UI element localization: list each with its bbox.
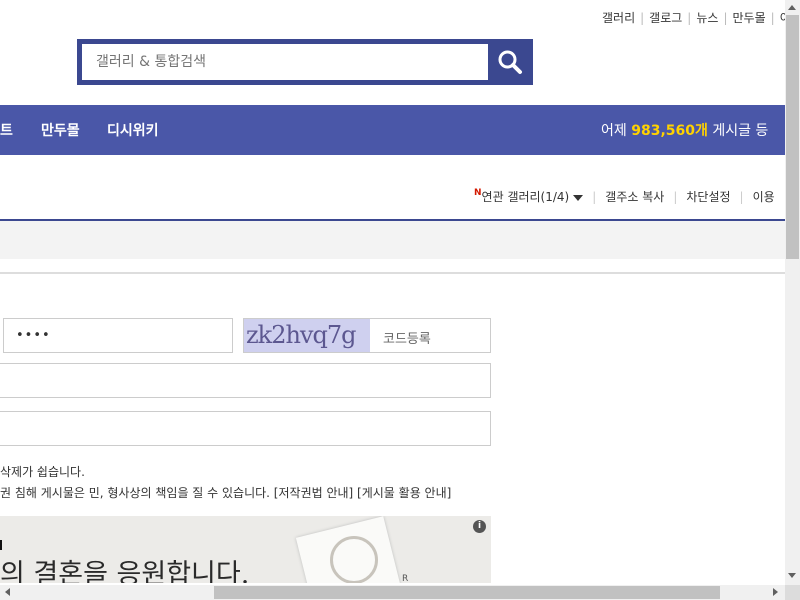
top-link-gallog[interactable]: 갤로그 <box>649 11 682 25</box>
captcha-text: zk2hvq7g <box>246 321 356 349</box>
info-icon[interactable]: i <box>473 520 486 533</box>
notice-line-2: 권 침해 게시물은 민, 형사상의 책임을 질 수 있습니다. [저작권법 안내… <box>0 486 452 500</box>
caret-down-icon <box>573 194 584 201</box>
stat-prefix: 어제 <box>601 123 627 139</box>
gallery-toolbar: N연관 갤러리(1/4) | 갤주소 복사 | 차단설정 | 이용 <box>474 188 775 204</box>
search-icon <box>498 50 522 74</box>
captcha-field[interactable]: zk2hvq7g 코드등록 <box>243 318 491 353</box>
nav-item-wiki[interactable]: 디시위키 <box>107 120 159 140</box>
stat-suffix: 게시글 등 <box>712 123 769 139</box>
ad-brand: R <box>402 574 409 583</box>
nav-item-mall[interactable]: 만두몰 <box>41 120 80 140</box>
notice-line-1: 삭제가 쉽습니다. <box>0 465 85 479</box>
scrollbar-corner <box>785 585 800 600</box>
horizontal-scrollbar[interactable] <box>0 585 785 600</box>
scroll-down-icon[interactable] <box>788 573 796 578</box>
password-field[interactable]: •••• <box>3 318 233 353</box>
post-count-stat: 어제 983,560개 게시글 등 <box>601 120 768 140</box>
scroll-up-icon[interactable] <box>788 5 796 10</box>
top-link-gallery[interactable]: 갤러리 <box>602 11 635 25</box>
subject-field[interactable] <box>0 363 491 398</box>
scroll-right-icon[interactable] <box>773 588 778 596</box>
search-input[interactable] <box>82 44 488 80</box>
top-links: 갤러리|갤로그|뉴스|만두몰|이벤 <box>602 9 800 26</box>
block-settings-button[interactable]: 차단설정 <box>686 190 730 204</box>
content-field[interactable] <box>0 411 491 446</box>
search-button[interactable] <box>490 43 529 81</box>
related-gallery-dropdown[interactable]: N연관 갤러리(1/4) <box>474 188 584 204</box>
ad-headline: 의 결혼을 응원합니다. <box>0 559 250 583</box>
scroll-left-icon[interactable] <box>5 588 10 596</box>
new-badge: N <box>474 188 482 198</box>
nav-item-event[interactable]: 트 <box>0 120 13 140</box>
top-link-mall[interactable]: 만두몰 <box>732 11 765 25</box>
password-mask: •••• <box>16 328 51 343</box>
search-bar <box>77 39 533 85</box>
ad-banner[interactable]: 의 결혼을 응원합니다. R i <box>0 516 491 583</box>
captcha-input-placeholder[interactable]: 코드등록 <box>383 328 431 347</box>
title-band <box>0 221 785 259</box>
divider <box>0 272 785 274</box>
vertical-scrollbar[interactable] <box>785 0 800 585</box>
horizontal-scroll-thumb[interactable] <box>214 586 720 599</box>
text-cursor <box>0 540 2 550</box>
search-box <box>81 43 489 81</box>
main-nav: 트 만두몰 디시위키 어제 983,560개 게시글 등 <box>0 105 785 155</box>
stat-count: 983,560개 <box>631 123 708 139</box>
usage-link[interactable]: 이용 <box>753 190 775 204</box>
vertical-scroll-thumb[interactable] <box>786 15 799 259</box>
ring-image <box>330 536 378 583</box>
top-link-news[interactable]: 뉴스 <box>696 11 718 25</box>
captcha-image: zk2hvq7g <box>244 319 370 352</box>
copy-address-button[interactable]: 갤주소 복사 <box>605 190 664 204</box>
related-gallery-label: 연관 갤러리(1/4) <box>481 190 570 204</box>
